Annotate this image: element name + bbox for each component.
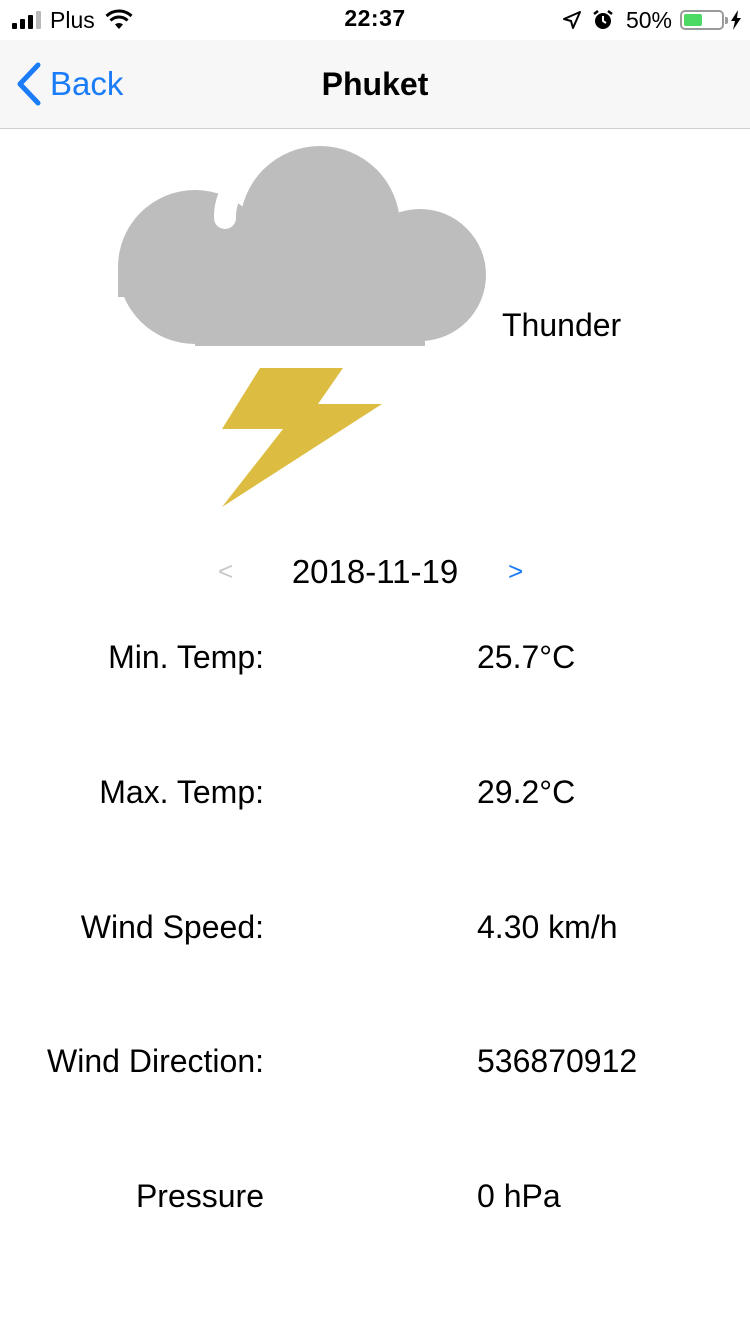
weather-condition: Thunder: [502, 307, 622, 343]
wind-speed-value: 4.30 km/h: [477, 909, 618, 945]
min-temp-value: 25.7°C: [477, 639, 576, 675]
date-label: 2018-11-19: [291, 553, 459, 590]
wind-speed-label: Wind Speed:: [80, 909, 264, 945]
status-bar: Plus 22:37 50%: [0, 0, 750, 40]
max-temp-label: Max. Temp:: [99, 774, 264, 810]
battery-percent: 50%: [625, 6, 672, 33]
pressure-value: 0 hPa: [477, 1178, 561, 1214]
wind-direction-label: Wind Direction:: [47, 1043, 264, 1079]
thunder-cloud-icon: [118, 146, 486, 507]
location-arrow-icon: [562, 11, 581, 29]
charging-bolt-icon: [731, 10, 741, 30]
navigation-bar: Back Phuket: [0, 40, 750, 129]
wind-direction-value: 536870912: [477, 1043, 638, 1079]
page-title: Phuket: [321, 66, 429, 102]
min-temp-label: Min. Temp:: [108, 639, 264, 675]
alarm-icon: [593, 10, 613, 29]
pressure-label: Pressure: [135, 1178, 264, 1214]
next-day-button[interactable]: >: [508, 556, 523, 587]
battery-fill: [684, 14, 702, 26]
max-temp-value: 29.2°C: [477, 774, 576, 810]
battery-icon: [680, 10, 728, 30]
status-right: 50%: [552, 6, 742, 34]
